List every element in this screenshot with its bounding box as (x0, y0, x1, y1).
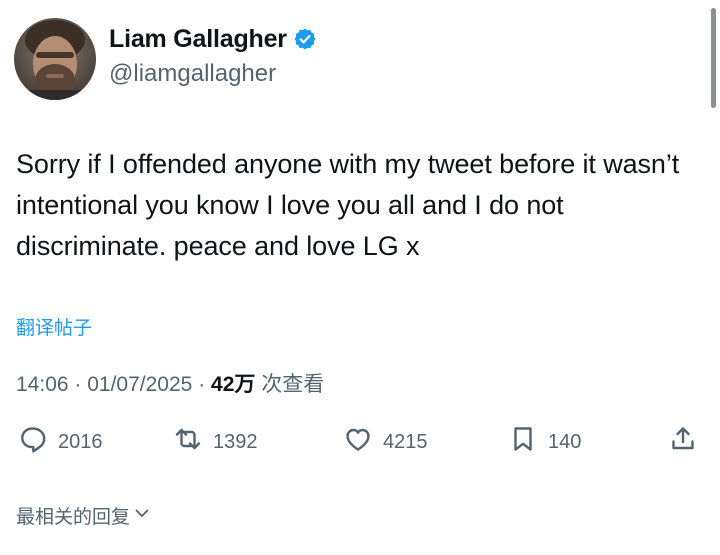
avatar[interactable] (14, 18, 96, 100)
meta-separator: · (74, 373, 88, 396)
like-count: 4215 (383, 430, 428, 453)
views-count[interactable]: 42万 (211, 373, 255, 396)
replies-sort-label: 最相关的回复 (16, 507, 131, 528)
meta-separator: · (198, 373, 212, 396)
chevron-down-icon (130, 504, 151, 528)
avatar-image (14, 18, 96, 100)
replies-sort-dropdown[interactable]: 最相关的回复 (16, 502, 151, 529)
translate-post-link[interactable]: 翻译帖子 (16, 313, 92, 340)
reply-count: 2016 (58, 430, 103, 453)
scrollbar[interactable] (711, 8, 716, 108)
retweet-button[interactable]: 1392 (173, 424, 258, 460)
heart-icon (343, 424, 373, 460)
author-names: Liam Gallagher @liamgallagher (109, 25, 317, 88)
reply-icon (18, 424, 48, 460)
display-name[interactable]: Liam Gallagher (109, 25, 287, 54)
views-label: 次查看 (261, 373, 325, 396)
user-handle[interactable]: @liamgallagher (109, 60, 317, 88)
reply-button[interactable]: 2016 (18, 424, 103, 460)
share-button[interactable] (668, 424, 698, 460)
action-bar: 2016 1392 4215 140 (0, 424, 720, 464)
verified-badge-icon (293, 27, 317, 51)
bookmark-icon (508, 424, 538, 460)
share-icon (668, 424, 698, 460)
tweet-meta: 14:06 · 01/07/2025 · 42万 次查看 (16, 368, 324, 398)
like-button[interactable]: 4215 (343, 424, 428, 460)
retweet-count: 1392 (213, 430, 258, 453)
bookmark-button[interactable]: 140 (508, 424, 581, 460)
tweet-text: Sorry if I offended anyone with my tweet… (16, 149, 680, 261)
bookmark-count: 140 (548, 430, 582, 453)
display-name-row: Liam Gallagher (109, 25, 317, 54)
tweet-header: Liam Gallagher @liamgallagher (14, 18, 317, 100)
retweet-icon (173, 424, 203, 460)
tweet-time[interactable]: 14:06 (16, 373, 69, 396)
tweet-date[interactable]: 01/07/2025 (87, 373, 192, 396)
